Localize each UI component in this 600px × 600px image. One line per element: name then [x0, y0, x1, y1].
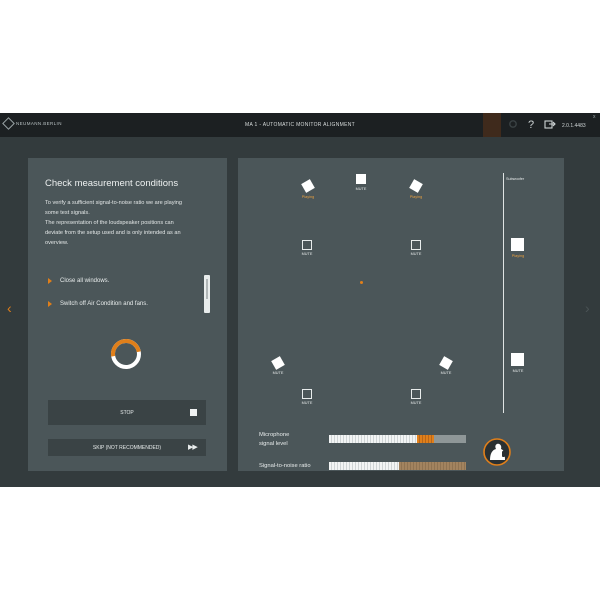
meter-fill [329, 435, 417, 443]
description-line: To verify a sufficient signal-to-noise r… [45, 200, 183, 206]
conditions-scrollbar[interactable] [204, 275, 210, 313]
description-line: deviate from the setup used and is only … [45, 230, 181, 236]
back-arrow-icon[interactable]: ‹ [7, 300, 12, 316]
speaker-status: MUTE [301, 401, 313, 405]
speaker-center [356, 174, 366, 184]
speaker-status: Playing [409, 195, 423, 199]
meter-empty [434, 435, 466, 443]
export-icon[interactable] [544, 118, 557, 134]
snr-label: Signal-to-noise ratio [259, 463, 311, 469]
microphone-person-icon [483, 438, 511, 466]
speaker-subwoofer-2 [511, 353, 524, 366]
mic-label-line: Microphone [259, 432, 290, 438]
help-icon[interactable]: ? [528, 118, 534, 132]
description-line: some test signals. [45, 210, 90, 216]
speaker-back-right [411, 389, 421, 399]
scrollbar-thumb[interactable] [206, 279, 208, 299]
speaker-status: MUTE [512, 369, 524, 373]
speaker-status: MUTE [272, 371, 284, 375]
speaker-mid-left [302, 240, 312, 250]
title-bar: NEUMANN.BERLIN MA 1 - AUTOMATIC MONITOR … [0, 113, 600, 137]
description-line: The representation of the loudspeaker po… [45, 220, 174, 226]
app-window: NEUMANN.BERLIN MA 1 - AUTOMATIC MONITOR … [0, 113, 600, 487]
skip-button[interactable]: SKIP (NOT RECOMMENDED) ▶▶ [48, 439, 206, 456]
speaker-front-left [301, 179, 315, 193]
mic-label-line: signal level [259, 441, 288, 447]
forward-arrow-icon[interactable]: › [585, 300, 590, 316]
gear-icon[interactable] [507, 118, 519, 134]
speaker-status: MUTE [301, 252, 313, 256]
speaker-mid-right [411, 240, 421, 250]
stop-icon [190, 409, 197, 416]
mic-level-label: Microphone signal level [259, 431, 289, 449]
speaker-status: MUTE [440, 371, 452, 375]
speaker-subwoofer-1 [511, 238, 524, 251]
instructions-panel: Check measurement conditions To verify a… [28, 158, 227, 471]
condition-label: Switch off Air Condition and fans. [60, 301, 148, 307]
bullet-arrow-icon [48, 278, 52, 284]
stop-button[interactable]: STOP [48, 400, 206, 425]
description-text: To verify a sufficient signal-to-noise r… [45, 198, 220, 248]
speaker-status: MUTE [355, 187, 367, 191]
panel-title: Check measurement conditions [45, 178, 179, 189]
bullet-arrow-icon [48, 301, 52, 307]
speaker-status: Playing [511, 254, 525, 258]
toolbar-highlight [483, 113, 501, 137]
meter-empty [398, 462, 466, 470]
close-icon[interactable]: x [593, 114, 596, 120]
skip-label: SKIP (NOT RECOMMENDED) [92, 445, 162, 451]
speaker-front-right [409, 179, 423, 193]
meter-peak [416, 435, 435, 443]
condition-item: Switch off Air Condition and fans. [48, 301, 148, 307]
meter-fill [329, 462, 399, 470]
condition-item: Close all windows. [48, 278, 109, 284]
speaker-back-left [302, 389, 312, 399]
progress-spinner-icon [111, 339, 141, 369]
condition-label: Close all windows. [60, 278, 110, 284]
speaker-status: MUTE [410, 252, 422, 256]
subwoofer-divider [503, 173, 504, 413]
description-line: overview. [45, 240, 69, 246]
speaker-status: MUTE [410, 401, 422, 405]
listening-position-dot [360, 281, 363, 284]
stop-label: STOP [120, 410, 134, 416]
fast-forward-icon: ▶▶ [188, 444, 198, 451]
version-label: 2.0.1.4483 [562, 123, 586, 129]
speaker-rear-left [271, 356, 285, 370]
speaker-rear-right [439, 356, 453, 370]
speaker-layout-panel: Playing MUTE Playing MUTE MUTE Subwoofer… [238, 158, 564, 471]
snr-meter [329, 462, 466, 470]
mic-level-meter [329, 435, 466, 443]
subwoofer-title: Subwoofer [506, 177, 525, 181]
speaker-status: Playing [301, 195, 315, 199]
